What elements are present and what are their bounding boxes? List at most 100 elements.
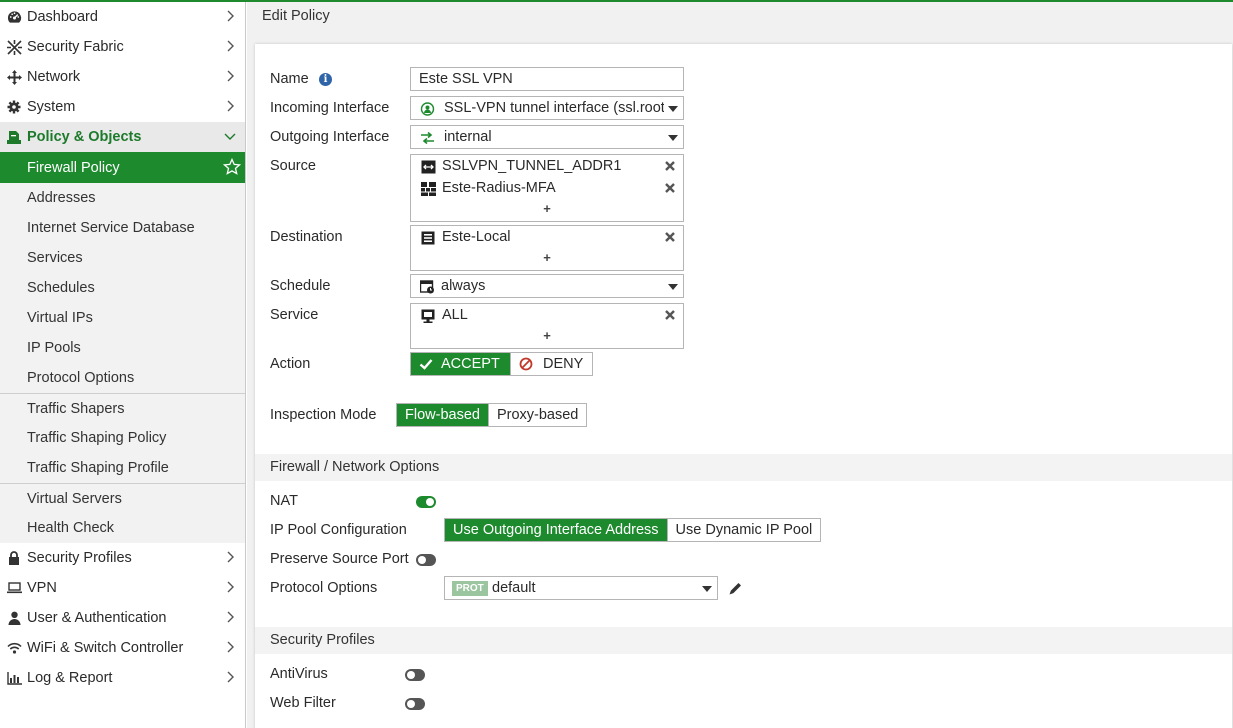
sidebar-item-dashboard[interactable]: Dashboard: [0, 2, 245, 32]
chevron-right-icon: [227, 581, 234, 593]
destination-label: Destination: [270, 229, 343, 245]
sidebar-item-security-fabric[interactable]: Security Fabric: [0, 32, 245, 62]
sidebar-item-label: User & Authentication: [27, 610, 167, 626]
use-dynamic-ip-pool-button[interactable]: Use Dynamic IP Pool: [666, 519, 821, 541]
info-icon[interactable]: i: [319, 73, 332, 86]
sidebar-item-virtual-servers[interactable]: Virtual Servers: [0, 483, 245, 513]
incoming-interface-select[interactable]: SSL-VPN tunnel interface (ssl.root): [410, 96, 684, 120]
source-entry-text: Este-Radius-MFA: [442, 180, 556, 196]
sidebar-item-label: Policy & Objects: [27, 129, 142, 145]
star-icon[interactable]: [223, 158, 241, 176]
flow-based-button[interactable]: Flow-based: [397, 404, 488, 426]
source-entry-text: SSLVPN_TUNNEL_ADDR1: [442, 158, 622, 174]
sidebar-item-addresses[interactable]: Addresses: [0, 183, 245, 213]
toggle-knob: [407, 671, 415, 679]
sidebar-item-schedules[interactable]: Schedules: [0, 273, 245, 303]
sidebar-item-policy-objects[interactable]: Policy & Objects: [0, 122, 245, 152]
source-field[interactable]: SSLVPN_TUNNEL_ADDR1 Este-Radius-MFA +: [410, 154, 684, 222]
sidebar-item-vpn[interactable]: VPN: [0, 573, 245, 603]
protocol-options-value: default: [492, 580, 536, 596]
sidebar-item-health-check[interactable]: Health Check: [0, 513, 245, 543]
inspection-mode-toggle: Flow-based Proxy-based: [396, 403, 588, 427]
sidebar-item-label: Dashboard: [27, 9, 98, 25]
chevron-right-icon: [227, 100, 234, 112]
add-destination-button[interactable]: +: [411, 250, 683, 265]
service-entry: ALL: [419, 306, 681, 326]
name-field[interactable]: Este SSL VPN: [410, 67, 684, 91]
sidebar-item-services[interactable]: Services: [0, 243, 245, 273]
sidebar-item-firewall-policy[interactable]: Firewall Policy: [0, 152, 245, 183]
use-outgoing-interface-button[interactable]: Use Outgoing Interface Address: [445, 519, 667, 541]
antivirus-toggle[interactable]: [405, 669, 425, 681]
sidebar-item-label: Log & Report: [27, 670, 113, 686]
sidebar-item-virtual-ips[interactable]: Virtual IPs: [0, 303, 245, 333]
use-outgoing-label: Use Outgoing Interface Address: [453, 522, 659, 538]
toggle-knob: [407, 700, 415, 708]
outgoing-interface-select[interactable]: internal: [410, 125, 684, 149]
page-title: Edit Policy: [262, 8, 330, 24]
nat-toggle[interactable]: [416, 496, 436, 508]
sidebar-item-traffic-shaping-policy[interactable]: Traffic Shaping Policy: [0, 423, 245, 453]
service-field[interactable]: ALL +: [410, 303, 684, 349]
security-fabric-icon: [6, 39, 22, 55]
sidebar-item-internet-service-database[interactable]: Internet Service Database: [0, 213, 245, 243]
sidebar-item-network[interactable]: Network: [0, 62, 245, 92]
flow-based-label: Flow-based: [405, 407, 480, 423]
sidebar-item-log-report[interactable]: Log & Report: [0, 663, 245, 693]
sidebar-item-wifi-switch-controller[interactable]: WiFi & Switch Controller: [0, 633, 245, 663]
source-entry: SSLVPN_TUNNEL_ADDR1: [419, 157, 681, 177]
remove-icon[interactable]: [664, 309, 676, 321]
sidebar-item-protocol-options[interactable]: Protocol Options: [0, 363, 245, 393]
policy-icon: [6, 129, 22, 145]
sidebar-item-label: System: [27, 99, 76, 115]
sidebar-item-label: VPN: [27, 580, 57, 596]
name-label: Name: [270, 71, 309, 87]
chevron-right-icon: [227, 70, 234, 82]
lock-icon: [6, 550, 22, 566]
dropdown-arrow-icon: [668, 135, 678, 141]
sidebar-item-label: Services: [27, 250, 83, 266]
remove-icon[interactable]: [664, 231, 676, 243]
sidebar-item-label: Firewall Policy: [27, 159, 120, 176]
deny-button[interactable]: DENY: [510, 353, 592, 375]
sidebar-item-label: Traffic Shaping Policy: [27, 430, 167, 446]
add-source-button[interactable]: +: [411, 201, 683, 216]
bar-chart-icon: [6, 670, 22, 686]
sidebar-item-label: Security Fabric: [27, 39, 124, 55]
protocol-options-select[interactable]: PROT default: [444, 576, 718, 600]
accept-label: ACCEPT: [441, 356, 500, 372]
remove-icon[interactable]: [664, 182, 676, 194]
sidebar-item-label: Virtual IPs: [27, 310, 93, 326]
sidebar-item-system[interactable]: System: [0, 92, 245, 122]
chevron-right-icon: [227, 671, 234, 683]
add-service-button[interactable]: +: [411, 328, 683, 343]
accept-button[interactable]: ACCEPT: [411, 353, 510, 375]
edit-pencil-icon[interactable]: [728, 581, 743, 596]
nat-label: NAT: [270, 493, 298, 509]
schedule-select[interactable]: always: [410, 274, 684, 298]
preserve-source-port-label: Preserve Source Port: [270, 551, 409, 567]
destination-entry-text: Este-Local: [442, 229, 511, 245]
action-label: Action: [270, 356, 311, 372]
incoming-interface-label: Incoming Interface: [270, 100, 390, 116]
web-filter-toggle[interactable]: [405, 698, 425, 710]
web-filter-label: Web Filter: [270, 695, 336, 711]
destination-field[interactable]: Este-Local +: [410, 225, 684, 271]
sidebar-item-traffic-shaping-profile[interactable]: Traffic Shaping Profile: [0, 453, 245, 483]
sidebar-item-user-authentication[interactable]: User & Authentication: [0, 603, 245, 633]
proxy-based-button[interactable]: Proxy-based: [487, 404, 587, 426]
sidebar-item-label: Protocol Options: [27, 370, 135, 386]
ip-pool-toggle: Use Outgoing Interface Address Use Dynam…: [444, 518, 822, 542]
sidebar-item-security-profiles[interactable]: Security Profiles: [0, 543, 245, 573]
sidebar-item-label: Virtual Servers: [27, 490, 122, 507]
remove-icon[interactable]: [664, 160, 676, 172]
schedule-icon: [420, 280, 434, 294]
inspection-mode-label: Inspection Mode: [270, 407, 377, 423]
sidebar-item-traffic-shapers[interactable]: Traffic Shapers: [0, 393, 245, 423]
sidebar-item-ip-pools[interactable]: IP Pools: [0, 333, 245, 363]
wifi-icon: [6, 640, 22, 656]
sidebar-item-label: Addresses: [27, 190, 96, 206]
preserve-source-port-toggle[interactable]: [416, 554, 436, 566]
protocol-options-label: Protocol Options: [270, 580, 378, 596]
sidebar-item-label: Schedules: [27, 280, 95, 296]
